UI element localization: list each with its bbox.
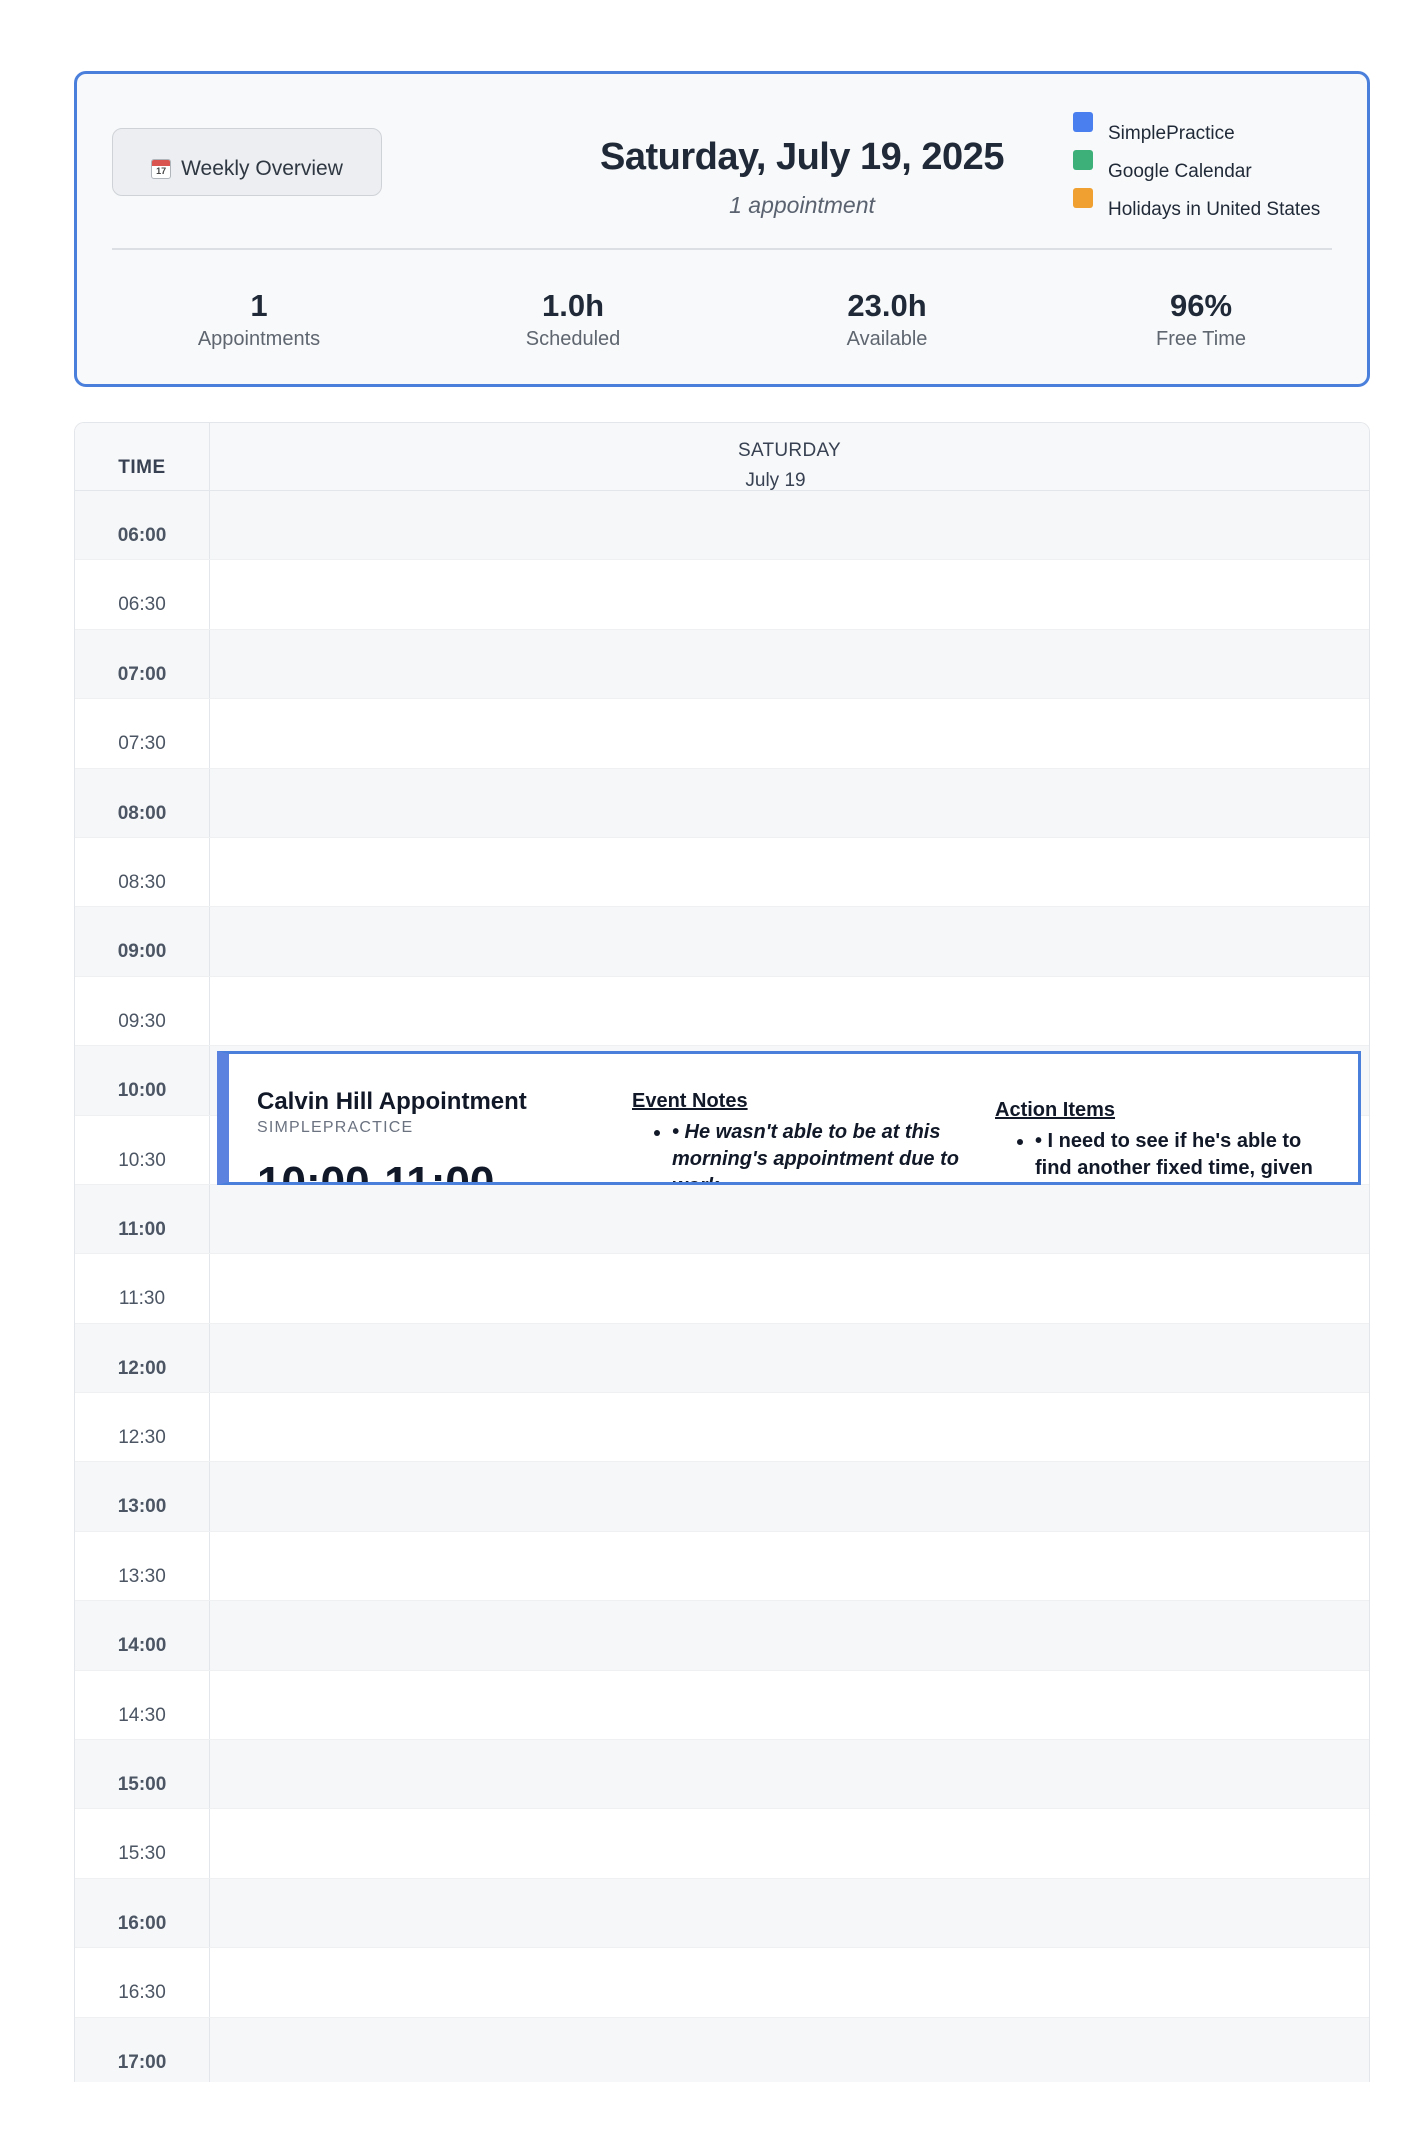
stat-available: 23.0h Available xyxy=(767,288,1007,351)
time-slot-label: 14:30 xyxy=(75,1670,210,1740)
event-note-item: • He wasn't able to be at this morning's… xyxy=(672,1119,972,1182)
time-slot-label: 13:00 xyxy=(75,1462,210,1531)
time-slot-label: 17:00 xyxy=(75,2017,210,2082)
time-slot-label: 09:30 xyxy=(75,976,210,1046)
time-slot-label: 09:00 xyxy=(75,907,210,976)
time-slot-row[interactable]: 13:30 xyxy=(75,1531,1369,1602)
action-items: Action Items • I need to see if he's abl… xyxy=(995,1099,1335,1182)
stat-label: Available xyxy=(846,328,928,350)
legend-label: Holidays in United States xyxy=(1108,199,1321,220)
event-source: SIMPLEPRACTICE xyxy=(257,1119,414,1136)
time-slot-label: 11:30 xyxy=(75,1254,210,1323)
weekly-overview-label: Weekly Overview xyxy=(181,157,343,180)
stat-label: Appointments xyxy=(197,328,321,350)
stat-appointments: 1 Appointments xyxy=(139,288,379,351)
time-column-header: TIME xyxy=(75,423,210,491)
time-slot-label: 16:00 xyxy=(75,1878,210,1948)
time-slot-row[interactable]: 11:00 xyxy=(75,1184,1369,1255)
time-slot-row[interactable]: 09:30 xyxy=(75,976,1369,1047)
event-title: Calvin Hill Appointment xyxy=(257,1088,527,1115)
stat-value: 96% xyxy=(1169,288,1233,323)
time-slot-label: 14:00 xyxy=(75,1601,210,1670)
time-slot-label: 07:30 xyxy=(75,699,210,768)
time-slot-row[interactable]: 12:30 xyxy=(75,1393,1369,1463)
time-slot-row[interactable]: 08:00 xyxy=(75,768,1369,838)
time-slot-label: 12:30 xyxy=(75,1393,210,1462)
time-slot-label: 08:30 xyxy=(75,837,210,907)
time-slots: 06:00 06:30 07:00 07:30 08:00 08:30 09:00 09:30… xyxy=(75,491,1369,2082)
time-slot-row[interactable]: 15:00 xyxy=(75,1740,1369,1810)
divider xyxy=(112,248,1332,250)
day-name: SATURDAY xyxy=(737,440,842,461)
time-slot-row[interactable]: 14:00 xyxy=(75,1601,1369,1671)
time-slot-row[interactable]: 13:00 xyxy=(75,1462,1369,1532)
time-slot-row[interactable]: 07:00 xyxy=(75,629,1369,700)
time-slot-label: 11:00 xyxy=(75,1184,210,1254)
time-slot-row[interactable]: 16:30 xyxy=(75,1948,1369,2018)
day-calendar-grid: TIME SATURDAY July 19 06:00 06:30 07:00 07:… xyxy=(74,422,1370,2082)
legend-item-google-calendar: Google Calendar xyxy=(1073,150,1363,188)
stat-value: 1.0h xyxy=(541,288,605,323)
legend-label: Google Calendar xyxy=(1108,161,1252,182)
day-summary-card: Weekly Overview Saturday, July 19, 2025 … xyxy=(74,71,1370,387)
time-slot-row[interactable]: 17:00 xyxy=(75,2017,1369,2082)
time-slot-label: 07:00 xyxy=(75,629,210,699)
legend-swatch xyxy=(1073,188,1093,208)
time-slot-row[interactable]: 15:30 xyxy=(75,1809,1369,1879)
time-slot-row[interactable]: 12:00 xyxy=(75,1323,1369,1394)
legend-swatch xyxy=(1073,112,1093,132)
time-slot-row[interactable]: 14:30 xyxy=(75,1670,1369,1741)
time-slot-label: 08:00 xyxy=(75,768,210,837)
legend-label: SimplePractice xyxy=(1108,123,1235,144)
stat-label: Scheduled xyxy=(525,328,621,350)
event-notes-heading: Event Notes xyxy=(632,1090,748,1112)
time-slot-label: 12:00 xyxy=(75,1323,210,1393)
time-slot-row[interactable]: 07:30 xyxy=(75,699,1369,769)
event-calvin-hill-appointment[interactable]: Calvin Hill Appointment SIMPLEPRACTICE 1… xyxy=(217,1051,1361,1185)
legend-item-holidays: Holidays in United States xyxy=(1073,188,1363,226)
event-time: 10:00-11:00 xyxy=(257,1158,495,1185)
time-slot-label: 15:00 xyxy=(75,1740,210,1809)
time-slot-row[interactable]: 08:30 xyxy=(75,837,1369,908)
action-items-heading: Action Items xyxy=(995,1099,1116,1121)
action-items-list: • I need to see if he's able to find ano… xyxy=(995,1128,1335,1182)
day-date: July 19 xyxy=(745,470,806,491)
stat-label: Free Time xyxy=(1155,328,1247,350)
time-slot-label: 06:30 xyxy=(75,560,210,629)
day-column-header: SATURDAY July 19 xyxy=(210,423,1369,491)
calendar-icon xyxy=(151,159,172,179)
stat-free-time: 96% Free Time xyxy=(1081,288,1321,351)
time-slot-label: 15:30 xyxy=(75,1809,210,1878)
stat-value: 1 xyxy=(250,288,268,323)
stat-value: 23.0h xyxy=(847,288,927,323)
time-slot-row[interactable]: 09:00 xyxy=(75,907,1369,977)
appointment-count-subtitle: 1 appointment xyxy=(729,192,875,218)
time-slot-label: 16:30 xyxy=(75,1948,210,2017)
time-slot-label: 13:30 xyxy=(75,1531,210,1601)
page-title: Saturday, July 19, 2025 xyxy=(600,136,1004,178)
time-slot-row[interactable]: 16:00 xyxy=(75,1878,1369,1949)
action-item: • I need to see if he's able to find ano… xyxy=(1035,1128,1335,1182)
stat-scheduled: 1.0h Scheduled xyxy=(453,288,693,351)
event-notes: Event Notes • He wasn't able to be at th… xyxy=(632,1090,972,1182)
legend-item-simplepractice: SimplePractice xyxy=(1073,112,1363,150)
time-slot-label: 06:00 xyxy=(75,491,210,560)
event-notes-list: • He wasn't able to be at this morning's… xyxy=(632,1119,972,1182)
time-slot-row[interactable]: 06:30 xyxy=(75,560,1369,630)
calendar-legend: SimplePractice Google Calendar Holidays … xyxy=(1073,112,1363,226)
grid-header: TIME SATURDAY July 19 xyxy=(75,423,1369,491)
time-slot-row[interactable]: 06:00 xyxy=(75,491,1369,561)
time-slot-label: 10:00 xyxy=(75,1046,210,1115)
weekly-overview-button[interactable]: Weekly Overview xyxy=(112,128,382,196)
time-slot-row[interactable]: 11:30 xyxy=(75,1254,1369,1324)
legend-swatch xyxy=(1073,150,1093,170)
time-slot-label: 10:30 xyxy=(75,1115,210,1184)
